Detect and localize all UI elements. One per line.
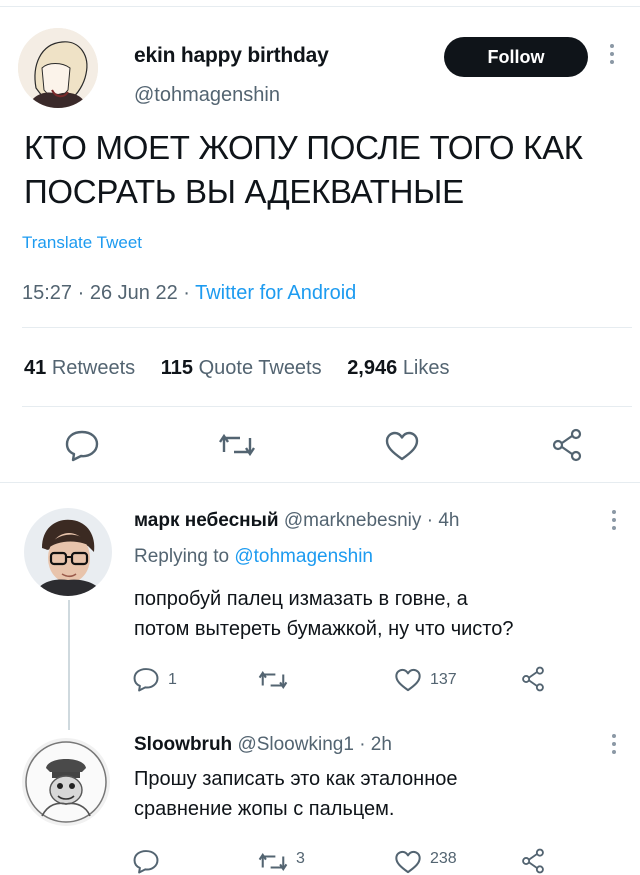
- tweet-meta: 15:27 · 26 Jun 22 · Twitter for Android: [22, 282, 357, 304]
- quote-tweets-stat[interactable]: 115 Quote Tweets: [161, 357, 322, 379]
- tweet-stats: 41 Retweets 115 Quote Tweets 2,946 Likes: [24, 357, 450, 380]
- retweets-stat[interactable]: 41 Retweets: [24, 357, 135, 379]
- more-icon[interactable]: [612, 734, 618, 754]
- like-count: 137: [430, 671, 457, 688]
- reply-avatar[interactable]: [22, 738, 110, 826]
- reply-author-name[interactable]: марк небесный: [134, 510, 279, 531]
- reply-author[interactable]: Sloowbruh @Sloowking1 · 2h: [134, 734, 392, 756]
- like-icon[interactable]: [384, 430, 420, 462]
- tweet-text: КТО МОЕТ ЖОПУ ПОСЛЕ ТОГО КАК ПОСРАТЬ ВЫ …: [24, 126, 634, 214]
- author-avatar[interactable]: [18, 28, 98, 108]
- follow-button[interactable]: Follow: [444, 37, 588, 77]
- top-divider: [0, 6, 640, 7]
- reply-author-name[interactable]: Sloowbruh: [134, 734, 232, 755]
- reply-text: Прошу записать это как эталонное сравнен…: [134, 764, 458, 824]
- thread-line: [68, 600, 70, 730]
- replying-to: Replying to @tohmagenshin: [134, 546, 373, 567]
- reply-author[interactable]: марк небесный @marknebesniy · 4h: [134, 510, 459, 532]
- reply-avatar[interactable]: [24, 508, 112, 596]
- reply-icon[interactable]: [132, 848, 160, 874]
- retweet-icon[interactable]: [258, 850, 288, 874]
- tweet-time[interactable]: 15:27: [22, 282, 72, 304]
- share-icon[interactable]: [550, 428, 584, 462]
- author-name[interactable]: ekin happy birthday: [134, 44, 329, 68]
- tweet-source-link[interactable]: Twitter for Android: [195, 282, 356, 304]
- author-handle[interactable]: @tohmagenshin: [134, 84, 280, 107]
- reply-text-line: попробуй палец измазать в говне, а: [134, 588, 468, 610]
- like-icon[interactable]: [394, 849, 422, 875]
- translate-tweet-link[interactable]: Translate Tweet: [22, 233, 142, 253]
- retweet-count: 3: [296, 850, 305, 867]
- reply-icon[interactable]: [132, 666, 160, 692]
- tweet-text-line: ПОСРАТЬ ВЫ АДЕКВАТНЫЕ: [24, 173, 464, 210]
- divider: [0, 482, 640, 483]
- reply-age[interactable]: 2h: [371, 734, 392, 755]
- like-count: 238: [430, 850, 457, 867]
- tweet-date[interactable]: 26 Jun 22: [90, 282, 178, 304]
- reply-age[interactable]: 4h: [438, 510, 459, 531]
- reply-text-line: Прошу записать это как эталонное: [134, 768, 458, 790]
- divider: [22, 327, 632, 328]
- reply-text-line: потом вытереть бумажкой, ну что чисто?: [134, 618, 514, 640]
- reply-text: попробуй палец измазать в говне, а потом…: [134, 584, 514, 644]
- divider: [22, 406, 632, 407]
- reply-count: 1: [168, 671, 177, 688]
- tweet-text-line: КТО МОЕТ ЖОПУ ПОСЛЕ ТОГО КАК: [24, 129, 583, 166]
- likes-stat[interactable]: 2,946 Likes: [347, 357, 449, 379]
- retweet-icon[interactable]: [218, 430, 256, 460]
- retweet-icon[interactable]: [258, 668, 288, 692]
- more-icon[interactable]: [612, 510, 618, 530]
- reply-author-handle[interactable]: @marknebesniy: [284, 510, 422, 531]
- reply-text-line: сравнение жопы с пальцем.: [134, 798, 395, 820]
- share-icon[interactable]: [520, 848, 546, 874]
- reply-author-handle[interactable]: @Sloowking1: [237, 734, 353, 755]
- reply-icon[interactable]: [64, 428, 100, 462]
- replying-to-handle[interactable]: @tohmagenshin: [234, 546, 373, 567]
- like-icon[interactable]: [394, 667, 422, 693]
- more-icon[interactable]: [610, 44, 616, 64]
- share-icon[interactable]: [520, 666, 546, 692]
